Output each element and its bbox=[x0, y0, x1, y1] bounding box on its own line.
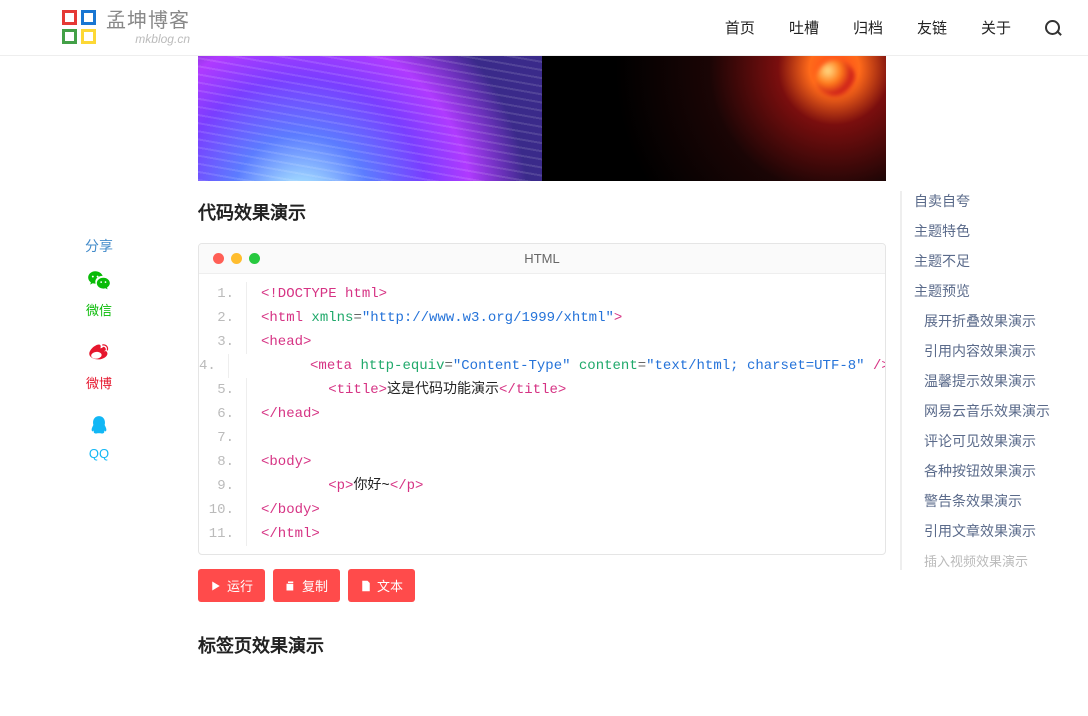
toc-sidebar: 自卖自夸主题特色主题不足主题预览展开折叠效果演示引用内容效果演示温馨提示效果演示… bbox=[886, 56, 1088, 716]
nav-links[interactable]: 友链 bbox=[917, 17, 947, 38]
nav-archive[interactable]: 归档 bbox=[853, 17, 883, 38]
toc-item[interactable]: 自卖自夸 bbox=[914, 191, 1088, 211]
hero-right-art bbox=[542, 56, 886, 181]
copy-button-label: 复制 bbox=[302, 576, 328, 595]
text-button[interactable]: 文本 bbox=[348, 569, 415, 602]
text-button-label: 文本 bbox=[377, 576, 403, 595]
share-weibo-label: 微博 bbox=[86, 373, 112, 392]
top-nav: 首页 吐槽 归档 友链 关于 bbox=[725, 17, 1060, 38]
toc-subitem[interactable]: 警告条效果演示 bbox=[924, 491, 1088, 511]
share-sidebar: 分享 微信 微博 QQ bbox=[0, 56, 198, 716]
file-text-icon bbox=[360, 580, 372, 592]
play-icon bbox=[210, 580, 222, 592]
toc-item[interactable]: 主题不足 bbox=[914, 251, 1088, 271]
hero-left-art bbox=[198, 56, 542, 181]
share-qq[interactable]: QQ bbox=[0, 414, 198, 461]
hero-image bbox=[198, 56, 886, 181]
toc-item[interactable]: 主题特色 bbox=[914, 221, 1088, 241]
share-wechat[interactable]: 微信 bbox=[0, 268, 198, 319]
code-body[interactable]: 1.<!DOCTYPE html>2.<html xmlns="http://w… bbox=[199, 274, 885, 554]
nav-home[interactable]: 首页 bbox=[725, 17, 755, 38]
window-dots bbox=[199, 253, 260, 264]
toc-subitem[interactable]: 评论可见效果演示 bbox=[924, 431, 1088, 451]
code-line: 4. <meta http-equiv="Content-Type" conte… bbox=[199, 354, 885, 378]
share-wechat-label: 微信 bbox=[86, 300, 112, 319]
code-line: 5. <title>这是代码功能演示</title> bbox=[199, 378, 885, 402]
weibo-icon bbox=[86, 341, 112, 367]
copy-icon bbox=[285, 580, 297, 592]
site-logo bbox=[62, 10, 98, 46]
toc-item[interactable]: 主题预览 bbox=[914, 281, 1088, 301]
share-weibo[interactable]: 微博 bbox=[0, 341, 198, 392]
dot-close-icon bbox=[213, 253, 224, 264]
code-line: 10.</body> bbox=[199, 498, 885, 522]
nav-about[interactable]: 关于 bbox=[981, 17, 1011, 38]
copy-button[interactable]: 复制 bbox=[273, 569, 340, 602]
share-title: 分享 bbox=[0, 236, 198, 256]
toc-list: 自卖自夸主题特色主题不足主题预览展开折叠效果演示引用内容效果演示温馨提示效果演示… bbox=[900, 191, 1088, 570]
code-block-header: HTML bbox=[199, 244, 885, 274]
brand-title: 孟坤博客 bbox=[106, 11, 190, 31]
search-icon[interactable] bbox=[1045, 20, 1060, 35]
section-title-tab-demo: 标签页效果演示 bbox=[198, 632, 886, 658]
brand-subtitle: mkblog.cn bbox=[106, 33, 190, 45]
code-line: 6.</head> bbox=[199, 402, 885, 426]
toc-subitem[interactable]: 引用内容效果演示 bbox=[924, 341, 1088, 361]
brand[interactable]: 孟坤博客 mkblog.cn bbox=[62, 10, 190, 46]
section-title-code-demo: 代码效果演示 bbox=[198, 199, 886, 225]
code-lang-label: HTML bbox=[524, 251, 559, 266]
main-content: 代码效果演示 HTML 1.<!DOCTYPE html>2.<html xml… bbox=[198, 56, 886, 716]
qq-icon bbox=[86, 414, 112, 440]
code-line: 3.<head> bbox=[199, 330, 885, 354]
code-line: 7. bbox=[199, 426, 885, 450]
code-line: 11.</html> bbox=[199, 522, 885, 546]
toc-subitem[interactable]: 各种按钮效果演示 bbox=[924, 461, 1088, 481]
toc-subitem-truncated[interactable]: 插入视频效果演示 bbox=[924, 551, 1088, 570]
toc-subitem[interactable]: 网易云音乐效果演示 bbox=[924, 401, 1088, 421]
code-line: 8.<body> bbox=[199, 450, 885, 474]
run-button[interactable]: 运行 bbox=[198, 569, 265, 602]
code-line: 2.<html xmlns="http://www.w3.org/1999/xh… bbox=[199, 306, 885, 330]
dot-minimize-icon bbox=[231, 253, 242, 264]
code-line: 1.<!DOCTYPE html> bbox=[199, 282, 885, 306]
code-line: 9. <p>你好~</p> bbox=[199, 474, 885, 498]
wechat-icon bbox=[86, 268, 112, 294]
toc-subitem[interactable]: 引用文章效果演示 bbox=[924, 521, 1088, 541]
toc-sublist: 展开折叠效果演示引用内容效果演示温馨提示效果演示网易云音乐效果演示评论可见效果演… bbox=[914, 311, 1088, 570]
run-button-label: 运行 bbox=[227, 576, 253, 595]
share-qq-label: QQ bbox=[89, 446, 109, 461]
top-bar: 孟坤博客 mkblog.cn 首页 吐槽 归档 友链 关于 bbox=[0, 0, 1088, 56]
code-block: HTML 1.<!DOCTYPE html>2.<html xmlns="htt… bbox=[198, 243, 886, 555]
nav-tucao[interactable]: 吐槽 bbox=[789, 17, 819, 38]
toc-subitem[interactable]: 温馨提示效果演示 bbox=[924, 371, 1088, 391]
dot-zoom-icon bbox=[249, 253, 260, 264]
code-actions: 运行 复制 文本 bbox=[198, 569, 886, 602]
toc-subitem[interactable]: 展开折叠效果演示 bbox=[924, 311, 1088, 331]
